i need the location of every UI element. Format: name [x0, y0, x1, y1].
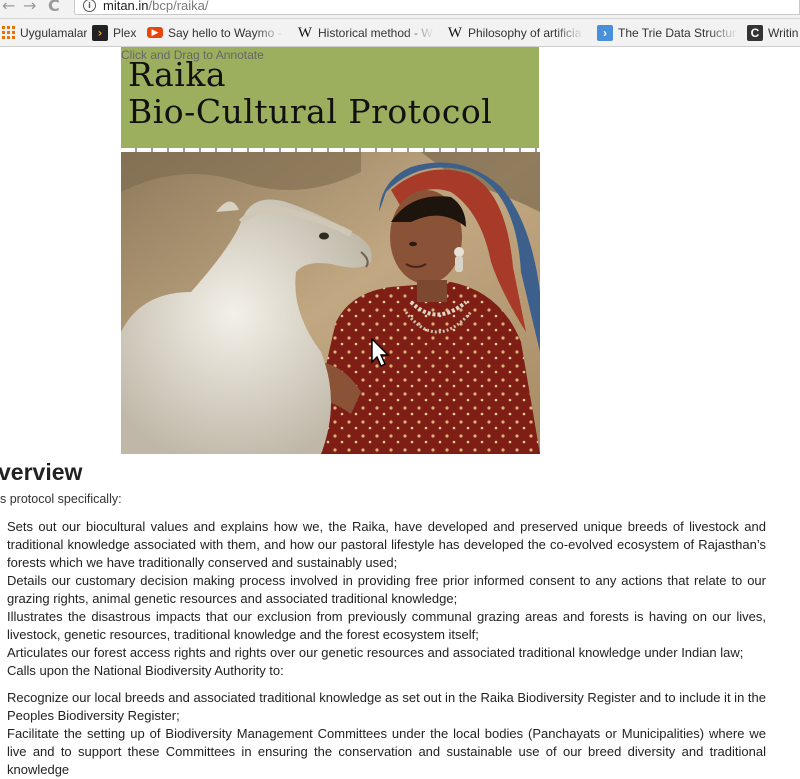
bookmark-waymo[interactable]: ▶ Say hello to Waymo -: [147, 23, 284, 42]
reload-button[interactable]: C: [48, 0, 60, 15]
overview-heading: verview: [0, 459, 83, 485]
plex-icon: ›: [92, 24, 108, 41]
bookmark-historical-method[interactable]: W Historical method - W: [297, 23, 434, 42]
youtube-icon: ▶: [147, 27, 163, 38]
protocol-point: Details our customary decision making pr…: [7, 573, 766, 606]
address-bar-row: ← → C i mitan.in/bcp/raika/: [0, 0, 800, 19]
bookmark-label: Plex: [113, 25, 137, 40]
bookmark-label: Writin: [768, 25, 799, 40]
url-text: mitan.in/bcp/raika/: [103, 0, 209, 13]
bookmark-label: Say hello to Waymo -: [168, 25, 282, 40]
bookmark-label: Historical method - W: [318, 25, 433, 40]
bookmark-label: Philosophy of artificia: [468, 25, 582, 40]
bookmark-plex[interactable]: › Plex: [92, 23, 136, 42]
protocol-point: Calls upon the National Biodiversity Aut…: [7, 663, 284, 678]
writing-site-icon: C: [747, 24, 763, 41]
bookmark-philosophy-ai[interactable]: W Philosophy of artificia: [447, 23, 584, 42]
bookmark-apps[interactable]: Uygulamalar: [2, 23, 87, 42]
url-path: /bcp/raika/: [148, 0, 209, 13]
mouse-cursor-icon: [371, 338, 390, 367]
banner-title-line2: Bio-Cultural Protocol: [128, 92, 493, 131]
apps-grid-icon: [2, 26, 15, 39]
annotate-hint: Click and Drag to Annotate: [121, 48, 264, 62]
url-input[interactable]: i mitan.in/bcp/raika/: [74, 0, 800, 15]
bookmark-writing[interactable]: C Writin: [747, 23, 798, 42]
trie-site-icon: ›: [597, 24, 613, 41]
wikipedia-icon: W: [297, 24, 313, 41]
overview-intro: s protocol specifically:: [0, 492, 122, 506]
bookmarks-bar: Uygulamalar › Plex ▶ Say hello to Waymo …: [0, 19, 800, 47]
protocol-subpoint: Facilitate the setting up of Biodiversit…: [7, 726, 766, 777]
protocol-point: Illustrates the disastrous impacts that …: [7, 609, 766, 642]
hero-photo-raika-woman-with-camel: [121, 152, 540, 454]
wikipedia-icon: W: [447, 24, 463, 41]
protocol-point: Sets out our biocultural values and expl…: [7, 519, 766, 570]
bookmark-trie[interactable]: › The Trie Data Structur: [597, 23, 738, 42]
protocol-subpoint: Recognize our local breeds and associate…: [7, 690, 766, 723]
title-banner: Raika Bio-Cultural Protocol: [121, 47, 539, 148]
back-button[interactable]: ←: [2, 0, 15, 15]
bookmark-label: Uygulamalar: [20, 25, 88, 40]
url-host: mitan.in: [103, 0, 149, 13]
forward-button[interactable]: →: [23, 0, 36, 15]
protocol-point: Articulates our forest access rights and…: [7, 645, 744, 660]
bookmark-label: The Trie Data Structur: [618, 25, 737, 40]
site-info-icon[interactable]: i: [83, 0, 96, 12]
